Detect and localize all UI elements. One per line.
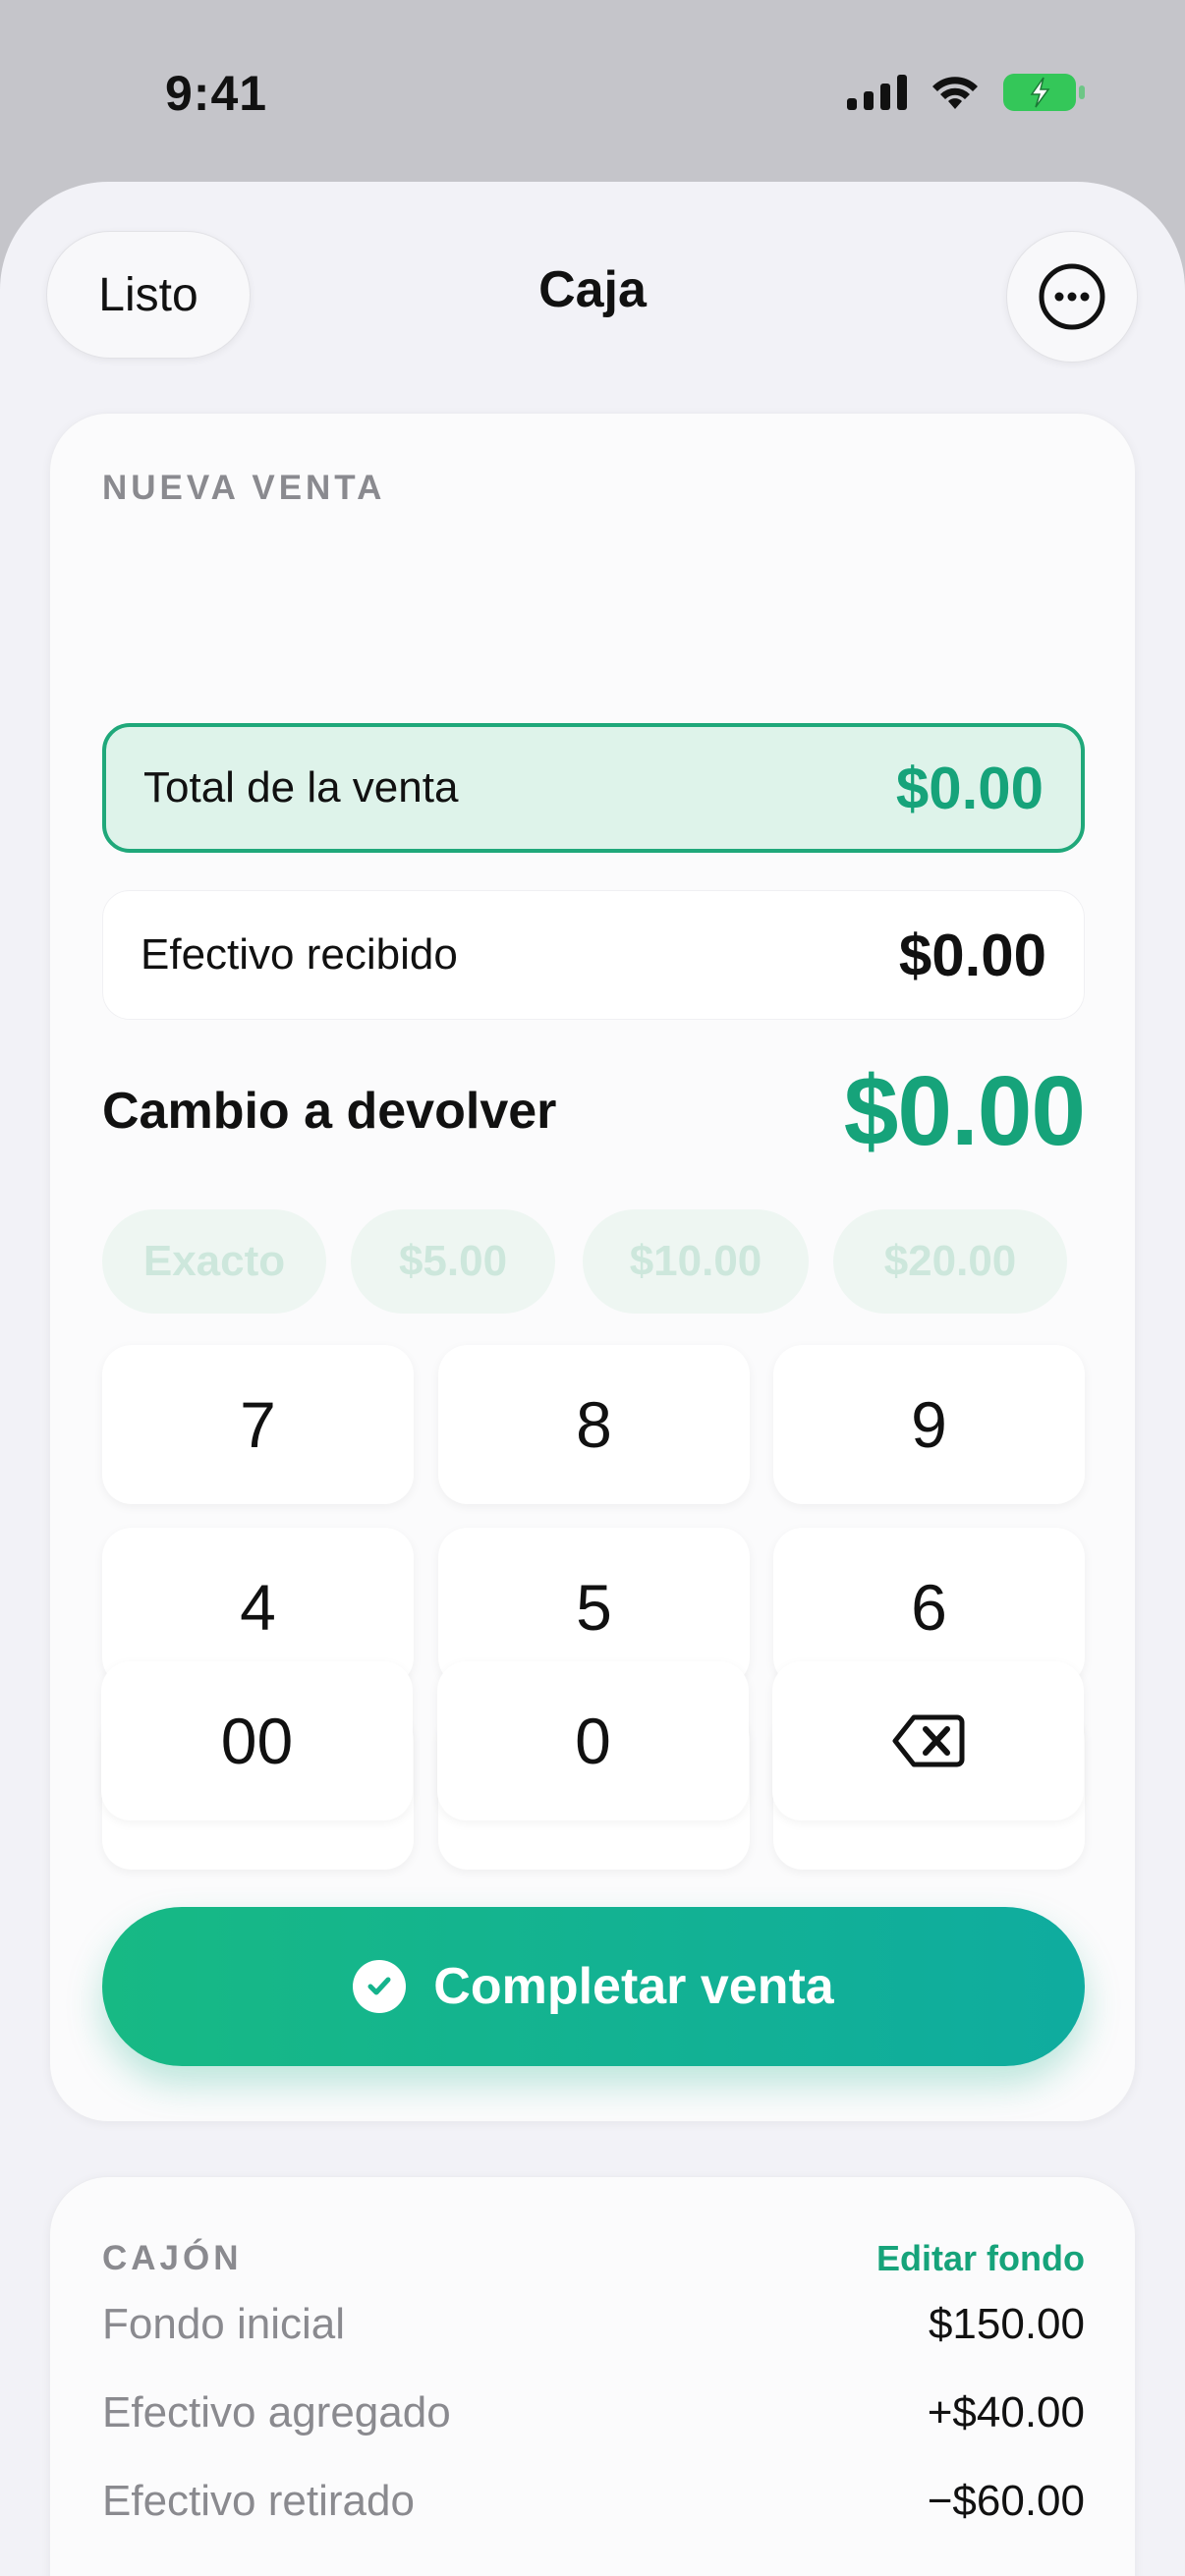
backspace-icon (892, 1714, 964, 1767)
new-sale-card: NUEVA VENTA Total de la venta $0.00 Efec… (49, 413, 1136, 2122)
quick-amounts: Exacto $5.00 $10.00 $20.00 (102, 1209, 1085, 1314)
new-sale-section-label: NUEVA VENTA (102, 469, 386, 507)
key-0-button[interactable]: 0 (437, 1661, 749, 1820)
ellipsis-circle-icon (1039, 263, 1105, 330)
change-due-row: Cambio a devolver $0.00 (102, 1055, 1086, 1166)
quick-amount-10-button[interactable]: $10.00 (583, 1209, 809, 1314)
status-icons (847, 73, 1087, 112)
cash-received-value: $0.00 (898, 922, 1046, 988)
cash-drawer-section-label: CAJÓN (102, 2239, 243, 2277)
change-due-value: $0.00 (843, 1055, 1086, 1166)
quick-amount-exact-button[interactable]: Exacto (102, 1209, 326, 1314)
drawer-row-value: +$40.00 (927, 2388, 1085, 2436)
cash-received-label: Efectivo recibido (141, 930, 458, 979)
cash-drawer-header: CAJÓN Editar fondo (102, 2238, 1085, 2279)
drawer-row-cash-added: Efectivo agregado +$40.00 (102, 2388, 1085, 2437)
status-bar: 9:41 (0, 0, 1185, 182)
cash-drawer-card: CAJÓN Editar fondo Fondo inicial $150.00… (49, 2176, 1136, 2576)
drawer-row-label: Efectivo retirado (102, 2477, 415, 2525)
checkmark-circle-icon (353, 1960, 407, 2013)
drawer-row-label: Efectivo agregado (102, 2388, 451, 2436)
backspace-button[interactable] (772, 1661, 1084, 1820)
battery-charging-icon (1003, 74, 1085, 111)
change-due-label: Cambio a devolver (102, 1083, 557, 1140)
drawer-row-value: $150.00 (928, 2300, 1085, 2348)
quick-amount-5-button[interactable]: $5.00 (351, 1209, 555, 1314)
wifi-icon (932, 77, 978, 109)
sale-total-label: Total de la venta (143, 763, 459, 812)
cash-register-sheet: Listo Caja NUEVA VENTA Total de la venta… (0, 182, 1185, 2576)
key-00-button[interactable]: 00 (101, 1661, 413, 1820)
quick-amount-20-button[interactable]: $20.00 (833, 1209, 1067, 1314)
more-options-button[interactable] (1006, 231, 1138, 363)
sale-total-field[interactable]: Total de la venta $0.00 (102, 723, 1085, 853)
key-9-button[interactable]: 9 (773, 1345, 1085, 1504)
complete-sale-button[interactable]: Completar venta (102, 1907, 1085, 2066)
drawer-row-cash-removed: Efectivo retirado −$60.00 (102, 2477, 1085, 2526)
drawer-row-opening-float: Fondo inicial $150.00 (102, 2300, 1085, 2349)
complete-sale-label: Completar venta (433, 1958, 834, 2015)
sale-total-value: $0.00 (895, 755, 1044, 821)
status-time: 9:41 (165, 66, 268, 121)
edit-float-link[interactable]: Editar fondo (876, 2238, 1085, 2279)
cellular-signal-icon (847, 75, 907, 110)
drawer-row-label: Fondo inicial (102, 2300, 346, 2348)
drawer-row-value: −$60.00 (927, 2477, 1085, 2525)
cash-received-field[interactable]: Efectivo recibido $0.00 (102, 890, 1085, 1020)
key-8-button[interactable]: 8 (438, 1345, 750, 1504)
key-7-button[interactable]: 7 (102, 1345, 414, 1504)
